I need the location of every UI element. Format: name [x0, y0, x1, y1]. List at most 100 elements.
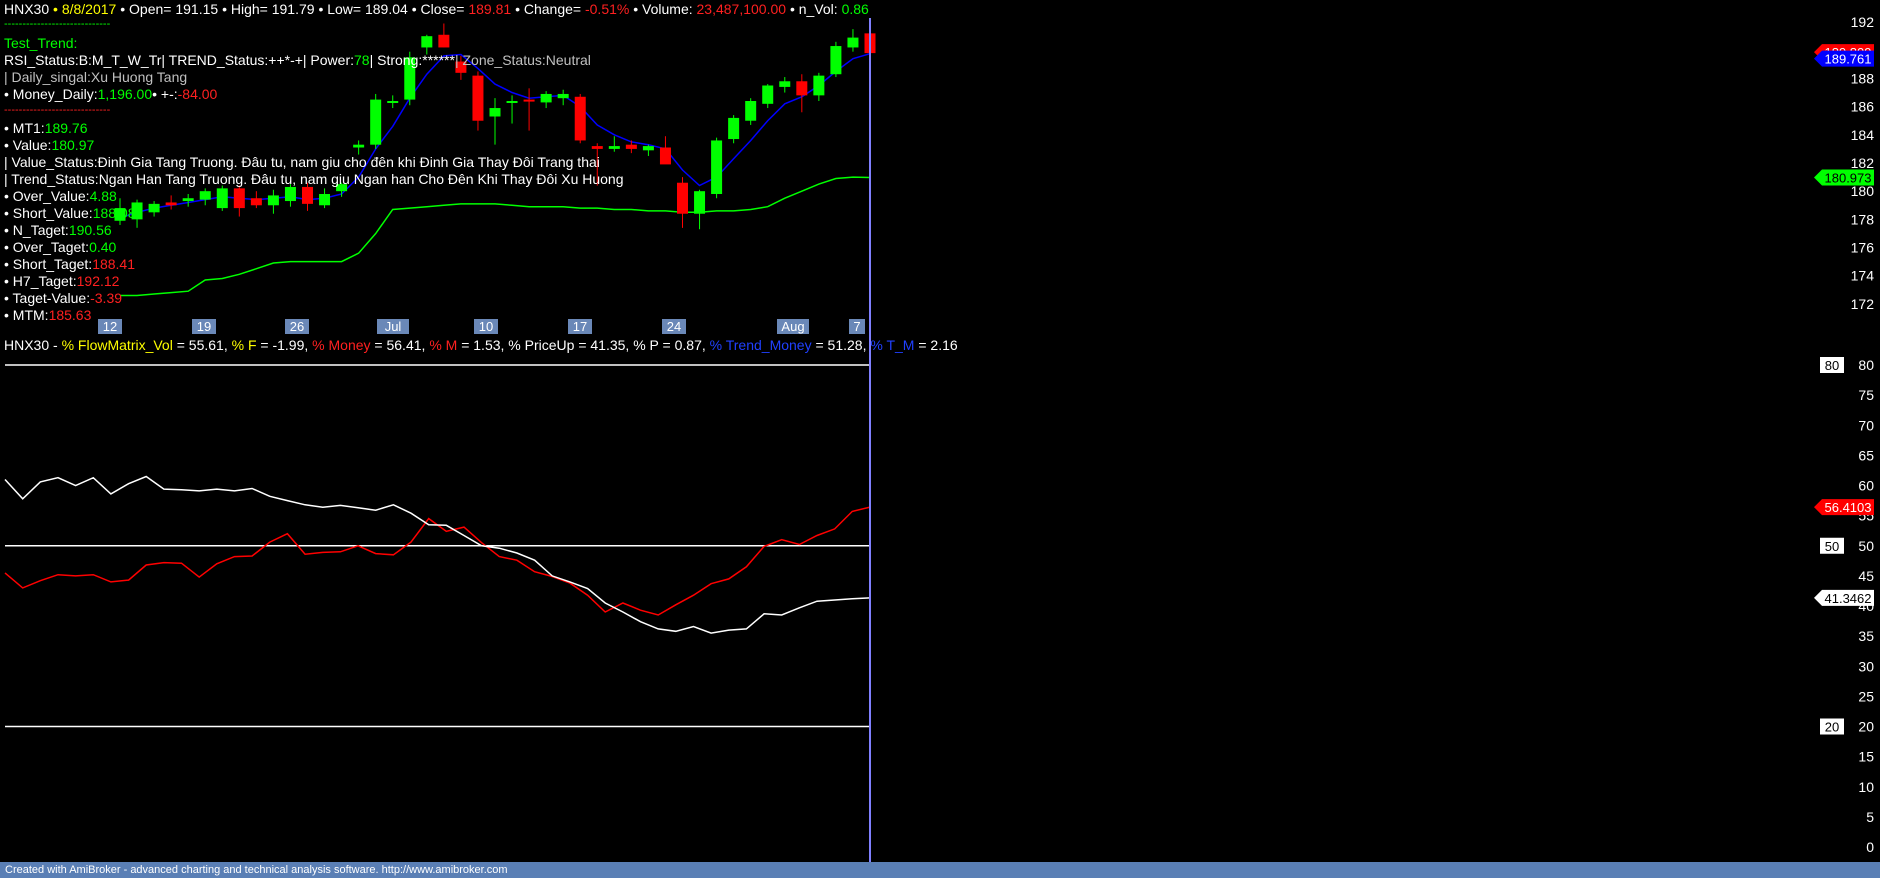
- x-tick-label: Aug: [781, 319, 804, 334]
- y-tick-label: 192: [1851, 14, 1875, 30]
- mt1-value: 189.76: [44, 120, 88, 136]
- candle-body: [728, 117, 740, 140]
- value-value: 180.97: [51, 137, 95, 153]
- y-axis[interactable]: 172174176178180182184186188190192189.809…: [869, 14, 1875, 862]
- last-value-label: 56.4103: [1825, 500, 1872, 515]
- last-value-label: 41.3462: [1825, 591, 1872, 606]
- mtm-line: • MTM:185.63: [4, 307, 92, 323]
- short-taget-line: • Short_Taget:188.41: [4, 256, 136, 272]
- short-value-line: • Short_Value:188.08: [4, 205, 136, 221]
- candle-body: [847, 37, 859, 48]
- candle-body: [762, 85, 774, 104]
- over-taget-value: 0.40: [89, 239, 117, 255]
- chart-canvas: 12 19 26 Jul 10 17 24 Aug 7 17217417617818018218…: [4, 14, 1875, 862]
- candle-body: [540, 93, 552, 103]
- money-daily-line: • Money_Daily:1,196.00• +-:-84.00: [4, 86, 218, 102]
- candle-body: [659, 147, 671, 165]
- y-tick-label: 80: [1858, 357, 1874, 373]
- candle-body: [677, 182, 688, 214]
- candle-body: [438, 34, 450, 48]
- y-tick-label: 20: [1858, 719, 1874, 735]
- candle-body: [608, 146, 620, 149]
- candle-body: [557, 93, 569, 99]
- trend-money-value: = 51.28,: [815, 337, 867, 353]
- value-status-line: | Value_Status:Đinh Gia Tang Truong. Đâu…: [4, 154, 600, 170]
- y-tick-label: 35: [1858, 628, 1874, 644]
- y-tick-label: 65: [1858, 447, 1874, 463]
- low-value: 189.04: [364, 1, 408, 17]
- candle-body: [625, 144, 637, 149]
- nvol-value: 0.86: [841, 1, 869, 17]
- rsi-status-line: RSI_Status:B:M_T_W_Tr| TREND_Status:++*-…: [4, 52, 591, 68]
- series-line-money: [4, 506, 871, 616]
- divider-line: -----------------------------: [4, 18, 111, 30]
- y-tick-label: 172: [1851, 296, 1875, 312]
- over-value-value: 4.88: [89, 188, 117, 204]
- over-taget-line: • Over_Taget:0.40: [4, 239, 117, 255]
- candle-body: [216, 188, 228, 209]
- pm-value: -84.00: [177, 86, 218, 102]
- candle-body: [574, 96, 586, 141]
- strong-value: ******: [422, 52, 455, 68]
- f-value: = -1.99,: [260, 337, 309, 353]
- open-value: 191.15: [175, 1, 219, 17]
- y-tick-label: 0: [1866, 839, 1874, 855]
- candle-body: [506, 101, 518, 103]
- candle-body: [489, 108, 501, 117]
- short-value-value: 188.08: [92, 205, 136, 221]
- hline-value-label: 80: [1825, 358, 1839, 373]
- candle-body: [199, 191, 211, 200]
- flowmatrix-header: HNX30 - % FlowMatrix_Vol = 55.61, % F = …: [4, 337, 958, 353]
- candle-body: [472, 75, 484, 121]
- p-value: = 0.87,: [662, 337, 706, 353]
- flowmatrix-value: = 55.61,: [176, 337, 228, 353]
- y-tick-label: 45: [1858, 568, 1874, 584]
- candle-body: [302, 186, 313, 204]
- last-value-label: 189.761: [1825, 52, 1872, 67]
- y-tick-label: 15: [1858, 749, 1874, 765]
- daily-singal-line: | Daily_singal:Xu Huong Tang: [4, 69, 188, 85]
- last-value-label: 180.973: [1825, 171, 1872, 186]
- candle-body: [233, 188, 245, 209]
- m-value: = 1.53,: [461, 337, 505, 353]
- taget-value-value: -3.39: [90, 290, 123, 306]
- high-value: 191.79: [271, 1, 315, 17]
- x-tick-label: 19: [197, 319, 211, 334]
- close-value: 189.81: [468, 1, 512, 17]
- short-taget-value: 188.41: [92, 256, 136, 272]
- zone-status: | Zone_Status:Neutral: [454, 52, 591, 68]
- hline-value-label: 50: [1825, 539, 1839, 554]
- priceup-value: = 41.35,: [578, 337, 630, 353]
- change-value: -0.51%: [584, 1, 630, 17]
- trend-status-line: | Trend_Status:Ngan Han Tang Truong. Đâu…: [4, 171, 624, 187]
- candle-body: [694, 191, 706, 214]
- y-tick-label: 60: [1858, 478, 1874, 494]
- n-taget-line: • N_Taget:190.56: [4, 222, 112, 238]
- y-tick-label: 70: [1858, 417, 1874, 433]
- mt1-line: • MT1:189.76: [4, 120, 88, 136]
- money-value: = 56.41,: [374, 337, 426, 353]
- x-tick-label: 12: [103, 319, 117, 334]
- y-tick-label: 5: [1866, 809, 1874, 825]
- y-tick-label: 186: [1851, 99, 1875, 115]
- x-tick-label: Jul: [385, 319, 402, 334]
- candle-body: [711, 140, 723, 194]
- candle-body: [182, 198, 194, 202]
- divider-line-2: -----------------------------: [4, 104, 111, 116]
- y-tick-label: 30: [1858, 658, 1874, 674]
- symbol-label: HNX30: [4, 1, 50, 17]
- tm-value: = 2.16: [918, 337, 958, 353]
- candle-body: [796, 81, 808, 96]
- test-trend-label: Test_Trend:: [4, 35, 78, 51]
- y-tick-label: 25: [1858, 688, 1874, 704]
- price-header: HNX30 • 8/8/2017 • Open= 191.15 • High= …: [4, 1, 869, 17]
- y-tick-label: 50: [1858, 538, 1874, 554]
- candle-body: [284, 186, 296, 202]
- candle-body: [353, 144, 365, 148]
- candle-body: [591, 146, 603, 149]
- y-tick-label: 188: [1851, 70, 1875, 86]
- y-tick-label: 176: [1851, 240, 1875, 256]
- y-tick-label: 180: [1851, 183, 1875, 199]
- money-daily-value: 1,196.00: [97, 86, 153, 102]
- y-tick-label: 174: [1851, 268, 1875, 284]
